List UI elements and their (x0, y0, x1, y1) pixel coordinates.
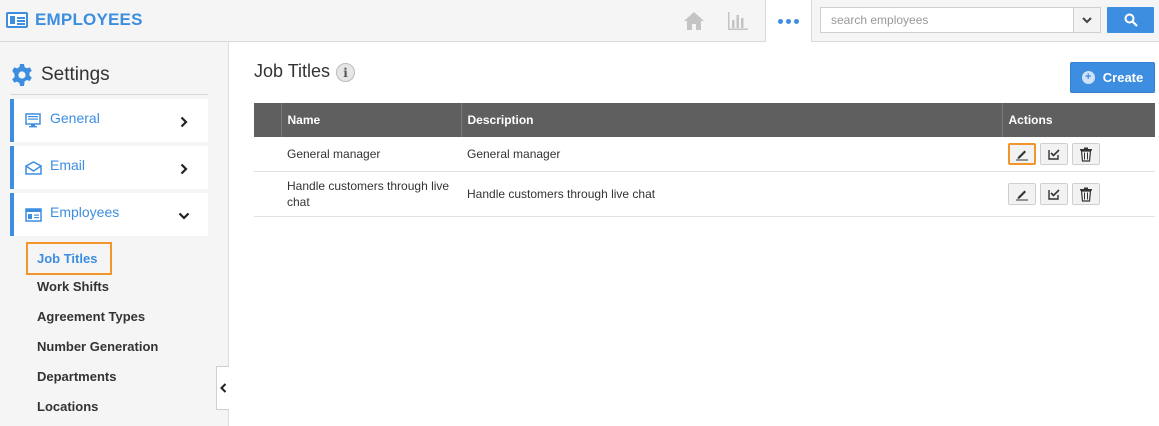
assign-button[interactable] (1040, 183, 1068, 205)
cell-actions (1002, 171, 1155, 217)
edit-button[interactable] (1008, 143, 1036, 165)
bar-chart-icon (728, 11, 748, 30)
more-menu-button[interactable] (765, 0, 812, 42)
app-brand[interactable]: EMPLOYEES (6, 8, 143, 32)
pencil-icon (1016, 190, 1028, 201)
settings-title: Settings (41, 64, 110, 85)
edit-button[interactable] (1008, 183, 1036, 205)
cell-name: Handle customers through live chat (281, 171, 461, 217)
search-box (820, 7, 1101, 33)
sidebar-item-departments[interactable]: Departments (37, 367, 116, 387)
chevron-down-icon (172, 204, 196, 228)
cell-description: General manager (461, 137, 1002, 172)
sidebar-section-employees[interactable]: Employees (10, 193, 208, 236)
id-card-icon (6, 12, 28, 28)
column-header-actions: Actions (1002, 103, 1155, 137)
home-button[interactable] (675, 0, 713, 41)
sidebar-section-label: Employees (50, 203, 120, 220)
more-dot (786, 18, 791, 24)
cell-description: Handle customers through live chat (461, 171, 1002, 217)
page-title: Job Titles (254, 61, 331, 81)
sidebar-collapse-button[interactable] (216, 366, 229, 410)
search-dropdown-button[interactable] (1073, 8, 1100, 32)
id-card-icon (24, 206, 42, 224)
trash-icon (1080, 187, 1092, 202)
cell-name: General manager (281, 137, 461, 172)
chevron-left-icon (219, 383, 226, 393)
plus-circle-icon: + (1081, 71, 1095, 84)
table-row[interactable]: General manager General manager (254, 137, 1155, 172)
more-dot (794, 18, 799, 24)
sidebar-item-job-titles[interactable]: Job Titles (26, 242, 112, 275)
column-header-description[interactable]: Description (461, 103, 1003, 137)
top-bar: EMPLOYEES (0, 0, 1159, 42)
cell-actions (1002, 137, 1155, 172)
table-header-row: Name Description Actions (254, 103, 1155, 137)
row-select-cell (254, 171, 281, 217)
chevron-right-icon (172, 157, 196, 181)
info-icon[interactable]: i (336, 63, 355, 82)
assign-button[interactable] (1040, 143, 1068, 165)
chevron-right-icon (172, 110, 196, 134)
sidebar-section-label: Email (50, 156, 86, 173)
row-actions (1008, 143, 1149, 165)
column-header-select (254, 103, 282, 137)
divider (10, 94, 208, 95)
trash-icon (1080, 147, 1092, 162)
row-actions (1008, 183, 1149, 205)
column-header-name[interactable]: Name (281, 103, 462, 137)
gear-icon (12, 64, 32, 86)
app-title: EMPLOYEES (35, 10, 143, 29)
settings-header: Settings (10, 63, 110, 87)
sidebar: Settings General Email Employees Job Tit… (0, 42, 229, 426)
job-titles-table: Name Description Actions General manager… (254, 103, 1155, 217)
more-dots-icon (778, 18, 783, 24)
sidebar-item-work-shifts[interactable]: Work Shifts (37, 277, 109, 297)
delete-button[interactable] (1072, 183, 1100, 205)
chevron-down-icon (1082, 16, 1092, 23)
checkbox-arrow-icon (1048, 189, 1060, 200)
envelope-icon (24, 159, 42, 177)
sidebar-section-label: General (50, 109, 100, 126)
sidebar-section-general[interactable]: General (10, 99, 208, 142)
sidebar-item-locations[interactable]: Locations (37, 397, 98, 417)
search-icon (1124, 13, 1138, 27)
delete-button[interactable] (1072, 143, 1100, 165)
search-button[interactable] (1107, 7, 1154, 33)
pencil-icon (1016, 150, 1028, 161)
stats-button[interactable] (719, 0, 757, 41)
search-input[interactable] (821, 8, 1073, 32)
checkbox-arrow-icon (1048, 149, 1060, 160)
sidebar-section-email[interactable]: Email (10, 146, 208, 189)
monitor-icon (24, 112, 42, 130)
row-select-cell (254, 137, 281, 172)
table-row[interactable]: Handle customers through live chat Handl… (254, 171, 1155, 217)
sidebar-item-agreement-types[interactable]: Agreement Types (37, 307, 145, 327)
create-button-label: Create (1102, 70, 1144, 85)
home-icon (684, 11, 704, 30)
create-button[interactable]: + Create (1070, 62, 1155, 93)
sidebar-item-number-generation[interactable]: Number Generation (37, 337, 158, 357)
